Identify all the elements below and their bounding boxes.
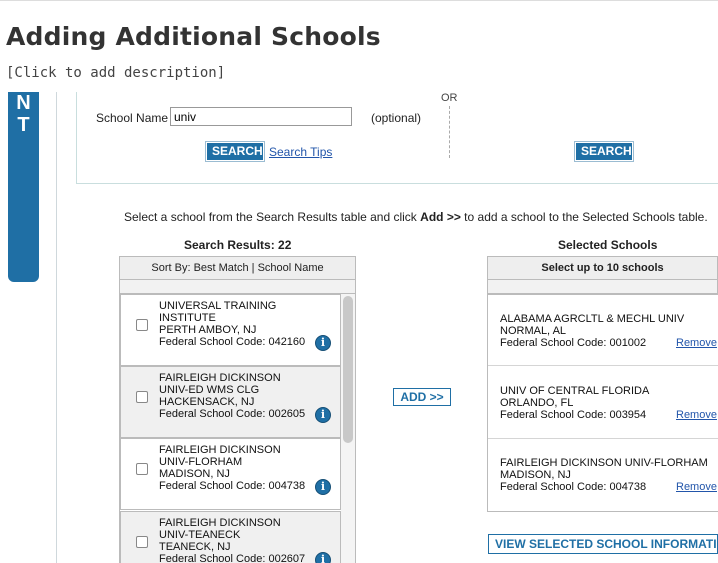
selected-subheading: Select up to 10 schools — [487, 256, 718, 280]
selected-item: UNIV OF CENTRAL FLORIDA ORLANDO, FL Fede… — [500, 385, 649, 421]
divider — [488, 438, 718, 439]
remove-link[interactable]: Remove — [676, 409, 717, 421]
selected-line: UNIV OF CENTRAL FLORIDA — [500, 385, 650, 397]
selected-line: NORMAL, AL — [500, 325, 567, 337]
result-line: TEANECK, NJ — [159, 541, 231, 553]
selected-schools-list: ALABAMA AGRCLTL & MECHL UNIV NORMAL, AL … — [487, 294, 718, 512]
search-button-2[interactable]: SEARCH — [574, 141, 634, 162]
selected-item: ALABAMA AGRCLTL & MECHL UNIV NORMAL, AL … — [500, 313, 684, 349]
selected-subheader-bar — [487, 280, 718, 294]
remove-link[interactable]: Remove — [676, 481, 717, 493]
school-name-label: School Name — [96, 111, 169, 125]
result-line: HACKENSACK, NJ — [159, 396, 255, 408]
search-results-list: UNIVERSAL TRAINING INSTITUTE PERTH AMBOY… — [119, 294, 356, 563]
or-label: OR — [441, 92, 458, 104]
selected-line: ORLANDO, FL — [500, 397, 574, 409]
result-text: FAIRLEIGH DICKINSON UNIV-FLORHAM MADISON… — [159, 444, 305, 492]
result-line: FAIRLEIGH DICKINSON — [159, 444, 281, 456]
result-text: FAIRLEIGH DICKINSON UNIV-ED WMS CLG HACK… — [159, 372, 305, 420]
search-panel — [76, 92, 718, 184]
result-line: UNIV-TEANECK — [159, 529, 241, 541]
instructions-add: Add >> — [420, 210, 461, 224]
selected-schools-heading: Selected Schools — [558, 238, 658, 252]
result-line: FAIRLEIGH DICKINSON — [159, 517, 281, 529]
search-button[interactable]: SEARCH — [205, 141, 265, 162]
instructions-part2: to add a school to the Selected Schools … — [460, 210, 708, 224]
school-name-input[interactable] — [170, 107, 352, 126]
result-line: FAIRLEIGH DICKINSON — [159, 372, 281, 384]
result-item: UNIVERSAL TRAINING INSTITUTE PERTH AMBOY… — [120, 294, 341, 366]
info-icon[interactable]: i — [315, 407, 331, 423]
instructions: Select a school from the Search Results … — [124, 210, 708, 224]
result-line: UNIV-FLORHAM — [159, 456, 243, 468]
sort-current: Best Match | — [193, 262, 255, 274]
result-line: UNIVERSAL TRAINING — [159, 300, 277, 312]
selected-line: FAIRLEIGH DICKINSON UNIV-FLORHAM — [500, 457, 708, 469]
divider — [56, 92, 57, 563]
result-checkbox[interactable] — [136, 463, 148, 475]
remove-link[interactable]: Remove — [676, 337, 717, 349]
scroll-thumb[interactable] — [343, 296, 353, 443]
view-selected-school-information-button[interactable]: VIEW SELECTED SCHOOL INFORMATION — [488, 534, 718, 554]
search-tips-link[interactable]: Search Tips — [269, 145, 332, 159]
result-checkbox[interactable] — [136, 319, 148, 331]
add-button[interactable]: ADD >> — [393, 388, 451, 406]
results-subheader — [119, 280, 356, 294]
selected-line: MADISON, NJ — [500, 469, 571, 481]
result-line: PERTH AMBOY, NJ — [159, 324, 257, 336]
result-code: Federal School Code: 004738 — [159, 480, 306, 492]
page-title: Adding Additional Schools — [6, 22, 381, 51]
selected-code: Federal School Code: 003954 — [500, 409, 647, 421]
top-border — [0, 0, 718, 4]
result-item: FAIRLEIGH DICKINSON UNIV-ED WMS CLG HACK… — [120, 366, 341, 438]
sort-bar: Sort By: Best Match | School Name — [119, 256, 356, 280]
result-text: FAIRLEIGH DICKINSON UNIV-TEANECK TEANECK… — [159, 517, 305, 563]
side-tab-letter: T — [17, 114, 30, 136]
result-code: Federal School Code: 002607 — [159, 553, 306, 563]
result-line: MADISON, NJ — [159, 468, 230, 480]
result-code: Federal School Code: 002605 — [159, 408, 306, 420]
sort-school-name-link[interactable]: School Name — [258, 262, 324, 274]
info-icon[interactable]: i — [315, 479, 331, 495]
result-line: UNIV-ED WMS CLG — [159, 384, 260, 396]
result-line: INSTITUTE — [159, 312, 216, 324]
info-icon[interactable]: i — [315, 552, 331, 563]
search-results-heading: Search Results: 22 — [184, 238, 292, 252]
info-icon[interactable]: i — [315, 335, 331, 351]
divider — [488, 365, 718, 366]
results-scrollbar[interactable] — [341, 294, 355, 563]
page-description[interactable]: [Click to add description] — [6, 65, 225, 81]
result-text: UNIVERSAL TRAINING INSTITUTE PERTH AMBOY… — [159, 300, 305, 348]
result-item: FAIRLEIGH DICKINSON UNIV-TEANECK TEANECK… — [120, 511, 341, 563]
result-checkbox[interactable] — [136, 391, 148, 403]
result-code: Federal School Code: 042160 — [159, 336, 306, 348]
instructions-part1: Select a school from the Search Results … — [124, 210, 421, 224]
side-tab-letter: N — [16, 92, 31, 114]
optional-label: (optional) — [371, 111, 422, 125]
result-checkbox[interactable] — [136, 536, 148, 548]
sort-label: Sort By: — [151, 262, 191, 274]
selected-line: ALABAMA AGRCLTL & MECHL UNIV — [500, 313, 685, 325]
divider — [449, 106, 450, 158]
selected-code: Federal School Code: 001002 — [500, 337, 647, 349]
result-item: FAIRLEIGH DICKINSON UNIV-FLORHAM MADISON… — [120, 438, 341, 510]
side-tab[interactable]: N T — [8, 92, 39, 282]
